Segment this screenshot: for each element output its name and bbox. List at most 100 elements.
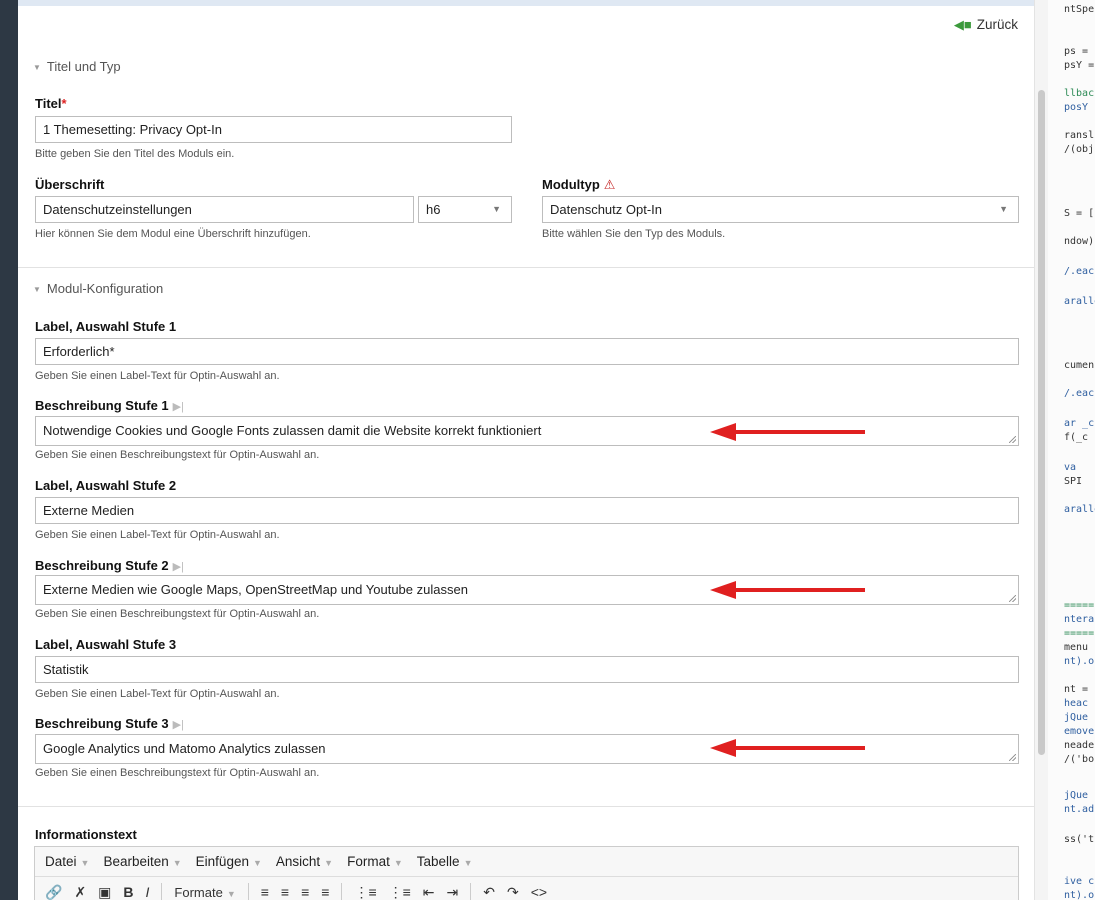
resize-handle-icon[interactable]: [1009, 436, 1016, 443]
code-line: psY =: [1064, 60, 1095, 71]
menu-table[interactable]: Tabelle ▼: [417, 854, 473, 869]
resize-handle-icon[interactable]: [1009, 595, 1016, 602]
unlink-icon[interactable]: ✗: [74, 884, 86, 900]
config-help-6: Geben Sie einen Beschreibungstext für Op…: [35, 767, 320, 779]
menu-insert[interactable]: Einfügen ▼: [196, 854, 262, 869]
section-divider: [18, 806, 1034, 807]
menu-edit[interactable]: Bearbeiten ▼: [103, 854, 181, 869]
heading-input[interactable]: Datenschutzeinstellungen: [35, 196, 414, 223]
resize-handle-icon[interactable]: [1009, 754, 1016, 761]
dropdown-caret-icon: ▼: [492, 204, 501, 214]
dropdown-caret-icon: ▼: [999, 204, 1008, 214]
code-line: nt.ad: [1064, 804, 1095, 815]
code-line: /.eac: [1064, 266, 1095, 277]
menu-file[interactable]: Datei ▼: [45, 854, 89, 869]
collapse-triangle-icon: ▼: [33, 63, 41, 72]
collapse-triangle-icon: ▼: [33, 285, 41, 294]
code-line: f(_c: [1064, 432, 1089, 443]
required-marker: *: [61, 96, 67, 111]
italic-icon[interactable]: I: [146, 884, 150, 900]
code-line: SPI: [1064, 476, 1083, 487]
chevron-down-icon: ▼: [172, 858, 182, 868]
code-line: ps = .: [1064, 46, 1095, 57]
editor-toolbar: 🔗 ✗ ▣ B I Formate ▼ ≡ ≡ ≡ ≡ ⋮≡ ⋮≡ ⇤ ⇥ ↶ ↷…: [35, 878, 1018, 900]
title-input[interactable]: 1 Themesetting: Privacy Opt-In: [35, 116, 512, 143]
link-icon[interactable]: 🔗: [45, 884, 62, 900]
config-help-5: Geben Sie einen Label-Text für Optin-Aus…: [35, 688, 280, 700]
config-label-6: Beschreibung Stufe 3 ▶|: [35, 716, 184, 731]
rich-text-editor: Datei ▼ Bearbeiten ▼ Einfügen ▼ Ansicht ▼ Fo…: [34, 846, 1019, 900]
module-type-value: Datenschutz Opt-In: [550, 202, 662, 217]
heading-level-select[interactable]: h6 ▼: [418, 196, 512, 223]
code-line: va: [1064, 462, 1077, 473]
code-line: ransl: [1064, 130, 1095, 141]
align-right-icon[interactable]: ≡: [301, 884, 309, 900]
heading-label: Überschrift: [35, 177, 105, 192]
image-icon[interactable]: ▣: [98, 884, 111, 900]
config-help-1: Geben Sie einen Label-Text für Optin-Aus…: [35, 370, 280, 382]
section-toggle-title-type[interactable]: ▼ Titel und Typ: [33, 59, 121, 74]
config-textarea-1[interactable]: Notwendige Cookies und Google Fonts zula…: [35, 416, 1019, 446]
align-left-icon[interactable]: ≡: [261, 884, 269, 900]
code-line: /.eac: [1064, 388, 1095, 399]
scrollbar[interactable]: [1034, 0, 1048, 900]
source-code-icon[interactable]: <>: [531, 884, 547, 900]
chevron-down-icon: ▼: [252, 858, 262, 868]
align-center-icon[interactable]: ≡: [281, 884, 289, 900]
formats-dropdown[interactable]: Formate ▼: [174, 885, 235, 900]
heading-level-value: h6: [426, 202, 441, 217]
code-line: =====: [1064, 628, 1095, 639]
section-title-label: Modul-Konfiguration: [46, 281, 164, 296]
config-help-3: Geben Sie einen Label-Text für Optin-Aus…: [35, 529, 280, 541]
menu-label: Ansicht: [275, 854, 321, 869]
back-arrow-icon: ◀■: [953, 17, 972, 32]
config-input-3[interactable]: Statistik: [35, 656, 1019, 683]
config-textarea-2[interactable]: Externe Medien wie Google Maps, OpenStre…: [35, 575, 1019, 605]
code-line: nt = .: [1064, 684, 1095, 695]
section-toggle-config[interactable]: ▼ Modul-Konfiguration: [33, 281, 163, 296]
background-strip: [0, 0, 18, 900]
undo-icon[interactable]: ↶: [483, 884, 495, 900]
module-type-select[interactable]: Datenschutz Opt-In ▼: [542, 196, 1019, 223]
back-link[interactable]: ◀■ Zurück: [954, 17, 1018, 33]
config-textarea-1-value: Notwendige Cookies und Google Fonts zula…: [43, 423, 542, 438]
config-textarea-3-value: Google Analytics und Matomo Analytics zu…: [43, 741, 326, 756]
module-type-help: Bitte wählen Sie den Typ des Moduls.: [542, 228, 726, 240]
numbered-list-icon[interactable]: ⋮≡: [389, 884, 411, 900]
scrollbar-thumb[interactable]: [1038, 90, 1045, 755]
config-label-2-text: Beschreibung Stufe 1: [35, 398, 169, 413]
code-line: neade: [1064, 740, 1095, 751]
module-type-label-text: Modultyp: [542, 177, 600, 192]
section-title-label: Titel und Typ: [46, 59, 121, 74]
code-line: nt).o: [1064, 656, 1095, 667]
config-input-2[interactable]: Externe Medien: [35, 497, 1019, 524]
indent-icon[interactable]: ⇥: [447, 884, 459, 900]
bullet-list-icon[interactable]: ⋮≡: [354, 884, 376, 900]
chevron-down-icon: ▼: [463, 858, 473, 868]
align-justify-icon[interactable]: ≡: [321, 884, 329, 900]
code-line: ss('t: [1064, 834, 1095, 845]
config-input-1[interactable]: Erforderlich*: [35, 338, 1019, 365]
code-line: ar _c: [1064, 418, 1095, 429]
skip-icon: ▶|: [172, 401, 184, 413]
code-line: /(obj: [1064, 144, 1095, 155]
title-help: Bitte geben Sie den Titel des Moduls ein…: [35, 148, 235, 160]
menu-format[interactable]: Format ▼: [347, 854, 403, 869]
menu-label: Format: [347, 854, 390, 869]
annotation-arrow-icon: [710, 739, 865, 757]
code-line: nt).o: [1064, 890, 1095, 900]
code-line: jQue: [1064, 790, 1089, 801]
config-textarea-3[interactable]: Google Analytics und Matomo Analytics zu…: [35, 734, 1019, 764]
menu-view[interactable]: Ansicht ▼: [276, 854, 333, 869]
panel-top-bar: [18, 0, 1034, 6]
edit-module-panel: ◀■ Zurück ▼ Titel und Typ Titel* 1 Themese…: [18, 0, 1034, 900]
heading-help: Hier können Sie dem Modul eine Überschri…: [35, 228, 311, 240]
code-line: llbac: [1064, 88, 1095, 99]
title-label: Titel*: [35, 96, 67, 111]
code-line: posY: [1064, 102, 1089, 113]
editor-menubar: Datei ▼ Bearbeiten ▼ Einfügen ▼ Ansicht ▼ Fo…: [35, 847, 1018, 877]
bold-icon[interactable]: B: [123, 884, 133, 900]
outdent-icon[interactable]: ⇤: [423, 884, 435, 900]
redo-icon[interactable]: ↷: [507, 884, 519, 900]
skip-icon: ▶|: [172, 561, 184, 573]
